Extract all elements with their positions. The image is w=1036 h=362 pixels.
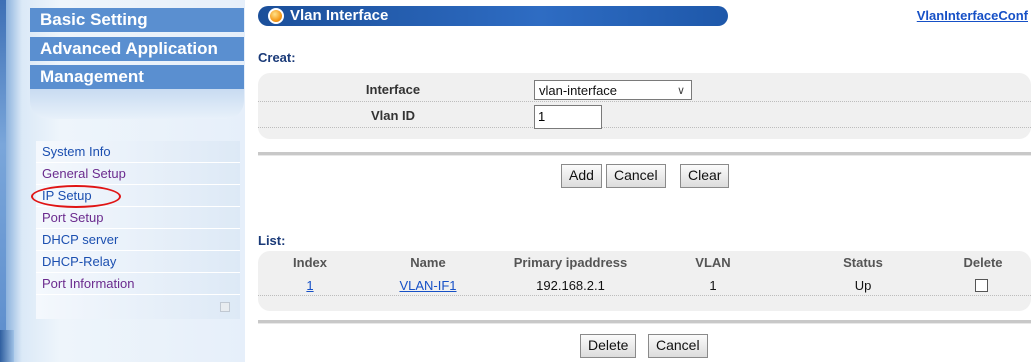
interface-row: Interface vlan-interface ∨ [258,79,1031,102]
sidebar-item-port-setup[interactable]: Port Setup [36,207,240,229]
row-delete-checkbox[interactable] [975,279,988,292]
column-header-vlan: VLAN [695,255,731,270]
vlan-id-row: Vlan ID 1 [258,105,1031,129]
vlan-interface-table: Index Name Primary ipaddress VLAN Status… [258,251,1031,311]
sidebar-edge [0,0,6,362]
divider [258,152,1031,156]
row-primary-ipaddress: 192.168.2.1 [536,278,605,293]
cancel-button[interactable]: Cancel [606,164,666,188]
vlan-id-input[interactable]: 1 [534,105,602,129]
divider [258,320,1031,324]
menu-management[interactable]: Management [30,65,244,89]
column-header-delete: Delete [963,255,1003,270]
sidebar-item-ip-setup[interactable]: IP Setup [36,185,240,207]
menu-advanced-application[interactable]: Advanced Application [30,37,244,61]
submenu-footer [36,295,240,319]
clear-button[interactable]: Clear [680,164,730,188]
list-section-label: List: [258,233,286,248]
row-name-link[interactable]: VLAN-IF1 [383,278,473,293]
sidebar: Basic Setting Advanced Application Manag… [0,0,245,362]
sidebar-edge-shadow [0,330,14,362]
submenu-list: System Info General Setup IP Setup Port … [36,141,240,319]
menu-basic-setting[interactable]: Basic Setting [30,8,244,32]
interface-select-value: vlan-interface [539,83,618,98]
table-row [258,295,1031,296]
sidebar-item-system-info[interactable]: System Info [36,141,240,163]
page-title: Vlan Interface [290,7,389,24]
menu-divider [30,89,244,119]
column-header-index: Index [293,255,327,270]
column-header-primary-ipaddress: Primary ipaddress [513,255,628,270]
row-index-link[interactable]: 1 [290,278,330,293]
add-button[interactable]: Add [561,164,602,188]
creat-form: Interface vlan-interface ∨ Vlan ID 1 [258,73,1031,139]
vlan-interface-conf-link[interactable]: VlanInterfaceConf [917,8,1028,23]
interface-label: Interface [365,82,421,97]
column-header-status: Status [843,255,883,270]
column-header-name: Name [410,255,446,270]
sidebar-item-general-setup[interactable]: General Setup [36,163,240,185]
delete-button[interactable]: Delete [580,334,637,358]
creat-section-label: Creat: [258,50,296,65]
row-vlan: 1 [709,278,717,293]
interface-select[interactable]: vlan-interface ∨ [534,80,692,100]
sidebar-item-port-information[interactable]: Port Information [36,273,240,295]
vlan-id-label: Vlan ID [370,108,416,123]
list-cancel-button[interactable]: Cancel [648,334,708,358]
page-title-bar: Vlan Interface [258,6,728,26]
sidebar-item-dhcp-relay[interactable]: DHCP-Relay [36,251,240,273]
row-status: Up [854,278,872,293]
scroll-square-icon [220,302,230,312]
sidebar-item-dhcp-server[interactable]: DHCP server [36,229,240,251]
chevron-down-icon: ∨ [676,85,685,97]
orb-icon [268,8,284,24]
